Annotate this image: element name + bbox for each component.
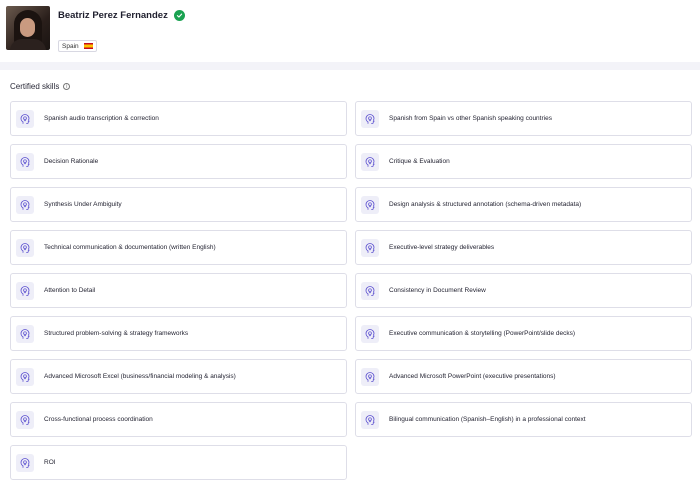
section-title: Certified skills	[10, 82, 60, 91]
skill-card[interactable]: Technical communication & documentation …	[10, 230, 347, 265]
skill-label: Cross-functional process coordination	[44, 416, 153, 423]
head-bulb-icon	[16, 324, 34, 343]
skill-card[interactable]: Decision Rationale	[10, 144, 347, 179]
skill-card[interactable]: Synthesis Under Ambiguity	[10, 187, 347, 222]
skills-section-header: Certified skills i	[10, 82, 71, 91]
skill-card[interactable]: Executive-level strategy deliverables	[355, 230, 692, 265]
skill-label: Structured problem-solving & strategy fr…	[44, 330, 189, 337]
skill-label: ROI	[44, 459, 56, 466]
head-bulb-icon	[16, 281, 34, 300]
skill-card[interactable]: Executive communication & storytelling (…	[355, 316, 692, 351]
skill-card[interactable]: Structured problem-solving & strategy fr…	[10, 316, 347, 351]
skill-label: Advanced Microsoft PowerPoint (executive…	[389, 373, 556, 380]
skill-card[interactable]: ROI	[10, 445, 347, 480]
skill-card[interactable]: Bilingual communication (Spanish–English…	[355, 402, 692, 437]
spain-flag-icon	[83, 43, 93, 49]
head-bulb-icon	[16, 195, 34, 214]
info-icon[interactable]: i	[63, 83, 71, 90]
skill-card[interactable]: Consistency in Document Review	[355, 273, 692, 308]
skill-card[interactable]: Spanish from Spain vs other Spanish spea…	[355, 101, 692, 136]
skill-label: Critique & Evaluation	[389, 158, 450, 165]
head-bulb-icon	[16, 453, 34, 472]
head-bulb-icon	[16, 410, 34, 429]
skill-label: Executive communication & storytelling (…	[389, 330, 576, 337]
skill-label: Design analysis & structured annotation …	[389, 201, 582, 208]
head-bulb-icon	[16, 238, 34, 257]
name-row: Beatriz Perez Fernandez	[58, 8, 185, 22]
skill-label: Executive-level strategy deliverables	[389, 244, 495, 251]
skill-card[interactable]: Critique & Evaluation	[355, 144, 692, 179]
head-bulb-icon	[361, 281, 379, 300]
skills-grid: Spanish audio transcription & correction…	[10, 101, 692, 480]
head-bulb-icon	[16, 152, 34, 171]
skill-label: Technical communication & documentation …	[44, 244, 216, 251]
skill-label: Synthesis Under Ambiguity	[44, 201, 122, 208]
head-bulb-icon	[361, 410, 379, 429]
skill-card[interactable]: Cross-functional process coordination	[10, 402, 347, 437]
head-bulb-icon	[361, 152, 379, 171]
profile-header: Beatriz Perez Fernandez Spain	[0, 0, 700, 62]
skill-card[interactable]: Advanced Microsoft Excel (business/finan…	[10, 359, 347, 394]
head-bulb-icon	[361, 238, 379, 257]
skill-card[interactable]: Spanish audio transcription & correction	[10, 101, 347, 136]
head-bulb-icon	[16, 367, 34, 386]
head-bulb-icon	[361, 367, 379, 386]
skill-label: Bilingual communication (Spanish–English…	[389, 416, 586, 423]
skill-label: Advanced Microsoft Excel (business/finan…	[44, 373, 236, 380]
head-bulb-icon	[361, 195, 379, 214]
avatar-face	[20, 18, 35, 37]
skill-card[interactable]: Advanced Microsoft PowerPoint (executive…	[355, 359, 692, 394]
section-divider	[0, 62, 700, 70]
country-label: Spain	[62, 42, 79, 50]
skill-label: Attention to Detail	[44, 287, 96, 294]
skill-card[interactable]: Attention to Detail	[10, 273, 347, 308]
country-badge: Spain	[58, 40, 97, 52]
head-bulb-icon	[16, 109, 34, 128]
verified-check-icon	[173, 9, 185, 21]
avatar[interactable]	[6, 6, 50, 50]
skill-card[interactable]: Design analysis & structured annotation …	[355, 187, 692, 222]
skill-label: Spanish from Spain vs other Spanish spea…	[389, 115, 552, 122]
profile-name: Beatriz Perez Fernandez	[58, 9, 168, 21]
skill-label: Decision Rationale	[44, 158, 99, 165]
skill-label: Spanish audio transcription & correction	[44, 115, 159, 122]
skill-label: Consistency in Document Review	[389, 287, 486, 294]
head-bulb-icon	[361, 109, 379, 128]
avatar-shoulders	[10, 39, 46, 50]
head-bulb-icon	[361, 324, 379, 343]
